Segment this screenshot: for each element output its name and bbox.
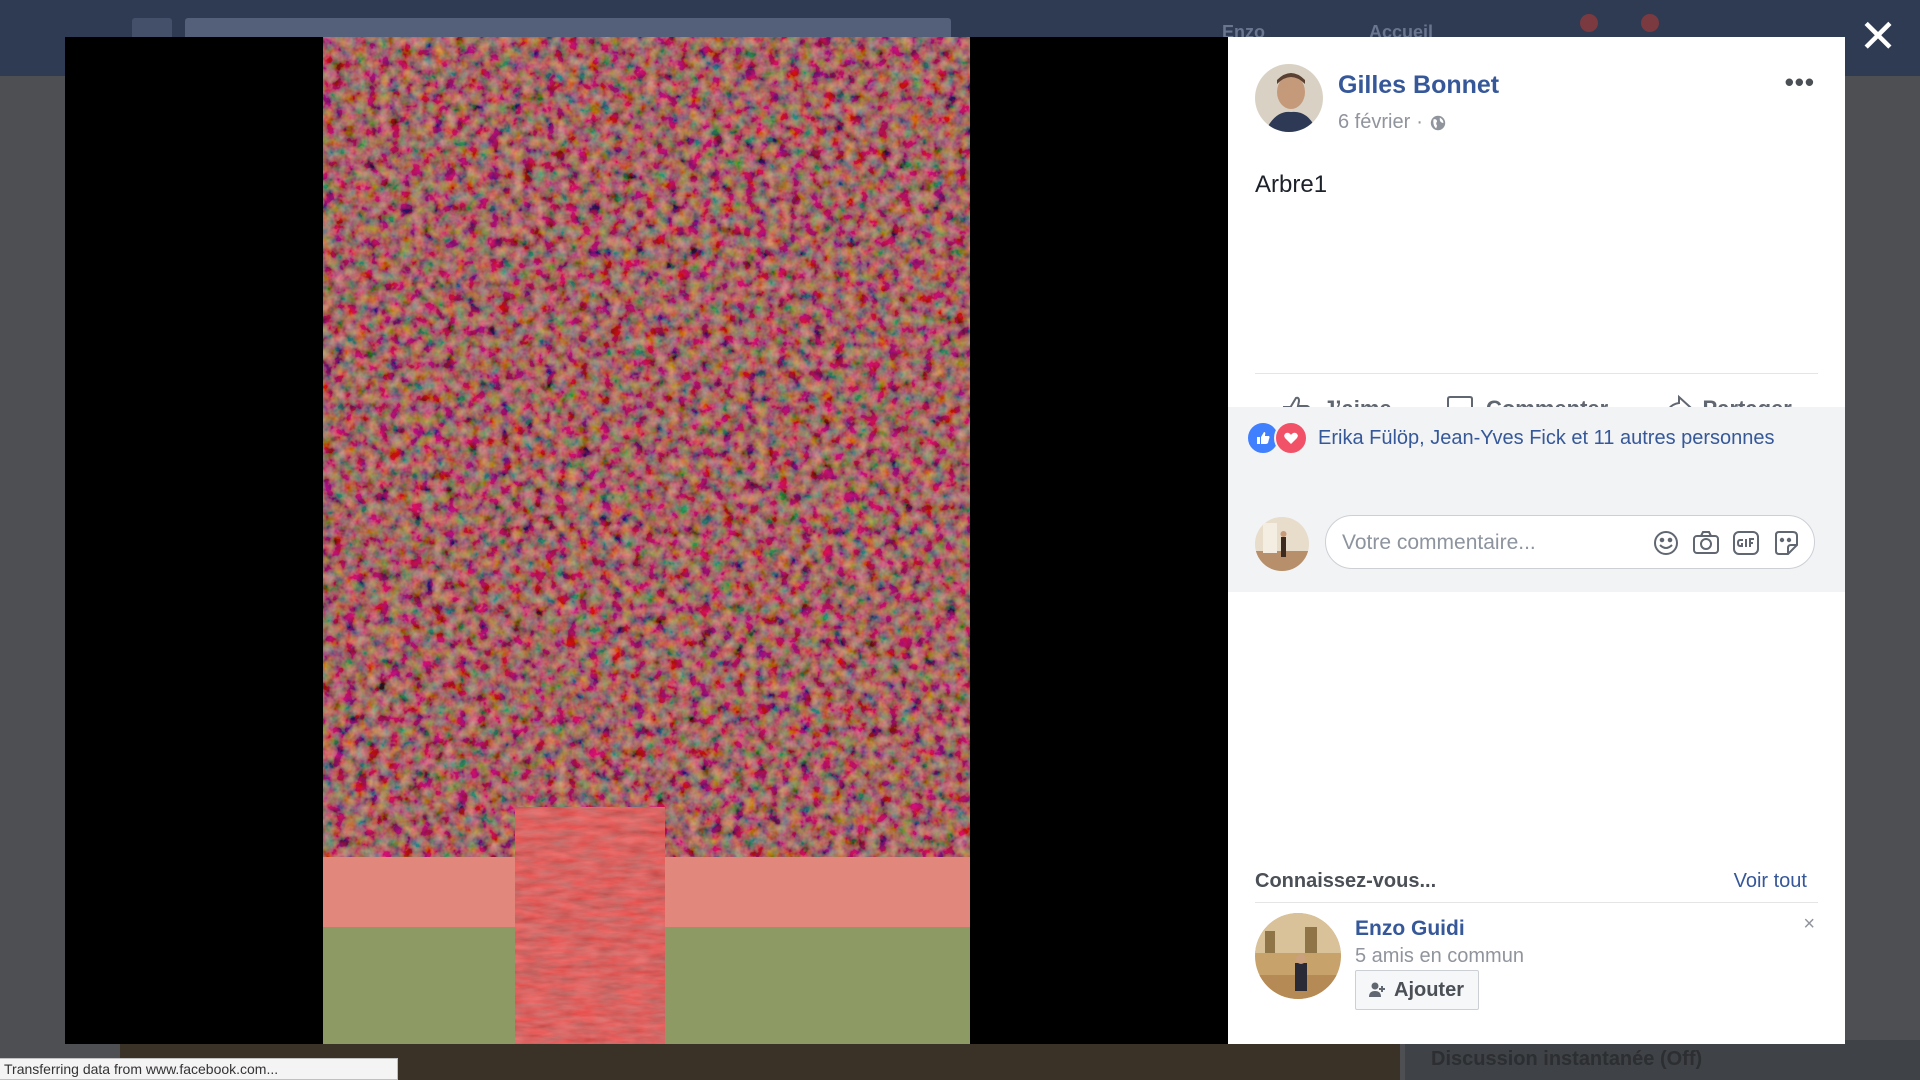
- dismiss-suggestion-icon[interactable]: ×: [1803, 913, 1815, 936]
- reactions-summary[interactable]: Erika Fülöp, Jean-Yves Fick et 11 autres…: [1246, 421, 1775, 455]
- comment-input-box[interactable]: [1325, 515, 1815, 569]
- reaction-names[interactable]: Erika Fülöp, Jean-Yves Fick et 11 autres…: [1318, 427, 1775, 450]
- more-options-icon[interactable]: •••: [1785, 67, 1815, 98]
- chat-bar: Discussion instantanée (Off): [1405, 1040, 1920, 1080]
- close-icon[interactable]: ✕: [1858, 13, 1898, 59]
- notification-badge: [1580, 14, 1598, 32]
- globe-icon[interactable]: [1429, 114, 1447, 132]
- photo-lightbox: Gilles Bonnet 6 février · ••• Arbre1 J’a…: [65, 37, 1845, 1044]
- trunk-tint: [515, 807, 665, 1044]
- post-sidebar: Gilles Bonnet 6 février · ••• Arbre1 J’a…: [1228, 37, 1845, 1044]
- people-you-may-know-title: Connaissez-vous...: [1255, 870, 1437, 892]
- camera-icon[interactable]: [1692, 529, 1720, 557]
- suggested-person-name[interactable]: Enzo Guidi: [1355, 917, 1465, 941]
- divider: [1255, 902, 1818, 903]
- notification-badge: [1641, 14, 1659, 32]
- sticker-icon[interactable]: [1772, 529, 1800, 557]
- chat-bar-label: Discussion instantanée (Off): [1431, 1048, 1703, 1070]
- add-friend-button[interactable]: Ajouter: [1355, 970, 1479, 1010]
- author-avatar[interactable]: [1255, 64, 1323, 132]
- post-date[interactable]: 6 février: [1338, 111, 1410, 134]
- comment-composer: [1255, 515, 1818, 573]
- meta-separator: ·: [1416, 111, 1423, 133]
- foliage-tint: [323, 37, 970, 857]
- post-meta: 6 février ·: [1338, 111, 1447, 134]
- comment-input[interactable]: [1340, 526, 1644, 560]
- mutual-friends[interactable]: 5 amis en commun: [1355, 945, 1524, 968]
- add-friend-icon: [1369, 982, 1385, 997]
- tree-photo[interactable]: [323, 37, 970, 1044]
- add-friend-label: Ajouter: [1394, 978, 1464, 1001]
- browser-status-bar: Transferring data from www.facebook.com.…: [0, 1058, 398, 1080]
- see-all-link[interactable]: Voir tout: [1734, 870, 1807, 893]
- photo-stage: [65, 37, 1228, 1044]
- author-name[interactable]: Gilles Bonnet: [1338, 71, 1499, 100]
- suggested-person-avatar[interactable]: [1255, 913, 1341, 999]
- comment-input-icons: [1652, 529, 1800, 557]
- post-text: Arbre1: [1255, 171, 1328, 198]
- love-icon: [1274, 421, 1308, 455]
- emoji-icon[interactable]: [1652, 529, 1680, 557]
- gif-icon[interactable]: [1732, 529, 1760, 557]
- current-user-avatar: [1255, 517, 1309, 571]
